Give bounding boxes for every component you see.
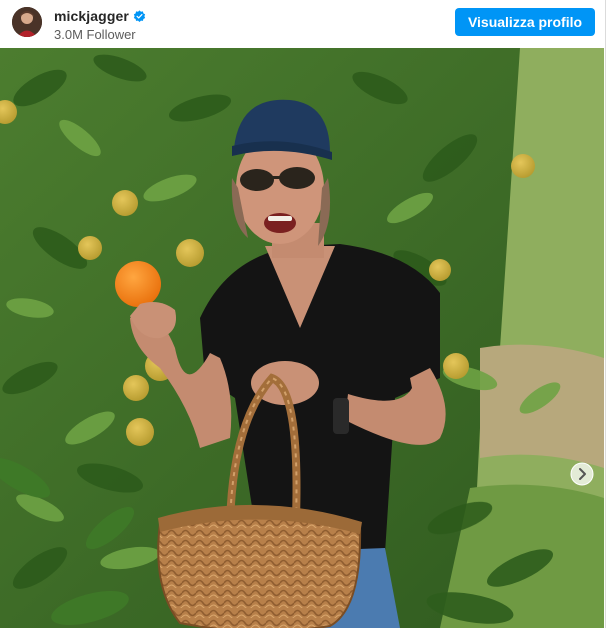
post-header: mickjagger 3.0M Follower Visualizza prof… <box>0 0 604 48</box>
post-image <box>0 48 604 628</box>
post-photo[interactable] <box>0 48 604 628</box>
follower-count: 3.0M Follower <box>54 27 136 42</box>
user-info: mickjagger 3.0M Follower <box>54 7 146 42</box>
username-row: mickjagger <box>54 7 146 25</box>
avatar-image <box>12 7 42 37</box>
view-profile-button[interactable]: Visualizza profilo <box>455 8 595 36</box>
avatar[interactable] <box>12 7 42 37</box>
chevron-right-icon[interactable] <box>570 462 594 486</box>
username[interactable]: mickjagger <box>54 8 129 24</box>
instagram-post-embed: mickjagger 3.0M Follower Visualizza prof… <box>0 0 606 628</box>
verified-badge-icon <box>133 9 146 22</box>
